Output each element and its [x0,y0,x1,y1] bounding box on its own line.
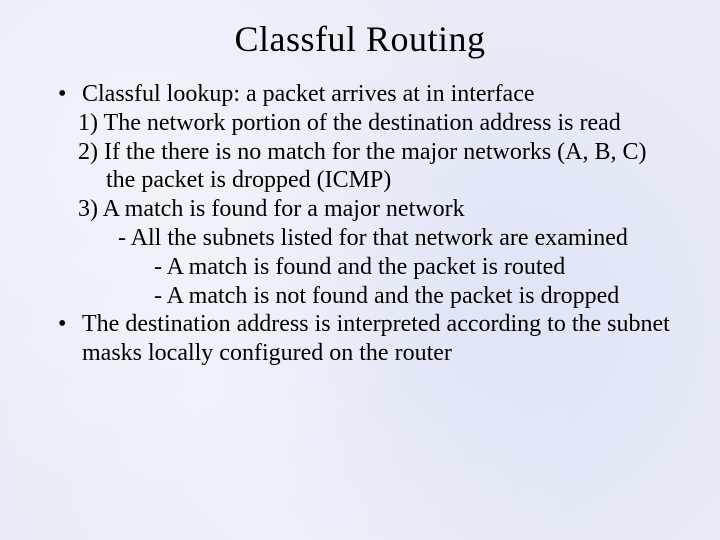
step-2: 2) If the there is no match for the majo… [40,138,680,196]
step-3-sub-a: - All the subnets listed for that networ… [40,224,680,253]
step-3-sub-a-1: - A match is found and the packet is rou… [40,253,680,282]
bullet-item-2: • The destination address is interpreted… [40,310,680,368]
bullet-text-1: Classful lookup: a packet arrives at in … [82,80,535,109]
step-3: 3) A match is found for a major network [40,195,680,224]
bullet-dot-icon: • [58,80,82,109]
bullet-dot-icon: • [58,310,82,368]
step-3-sub-a-2: - A match is not found and the packet is… [40,282,680,311]
step-1: 1) The network portion of the destinatio… [40,109,680,138]
bullet-item-1: • Classful lookup: a packet arrives at i… [40,80,680,109]
slide-title: Classful Routing [40,18,680,60]
slide-body: • Classful lookup: a packet arrives at i… [40,80,680,368]
bullet-text-2: The destination address is interpreted a… [82,310,680,368]
slide: Classful Routing • Classful lookup: a pa… [0,0,720,540]
